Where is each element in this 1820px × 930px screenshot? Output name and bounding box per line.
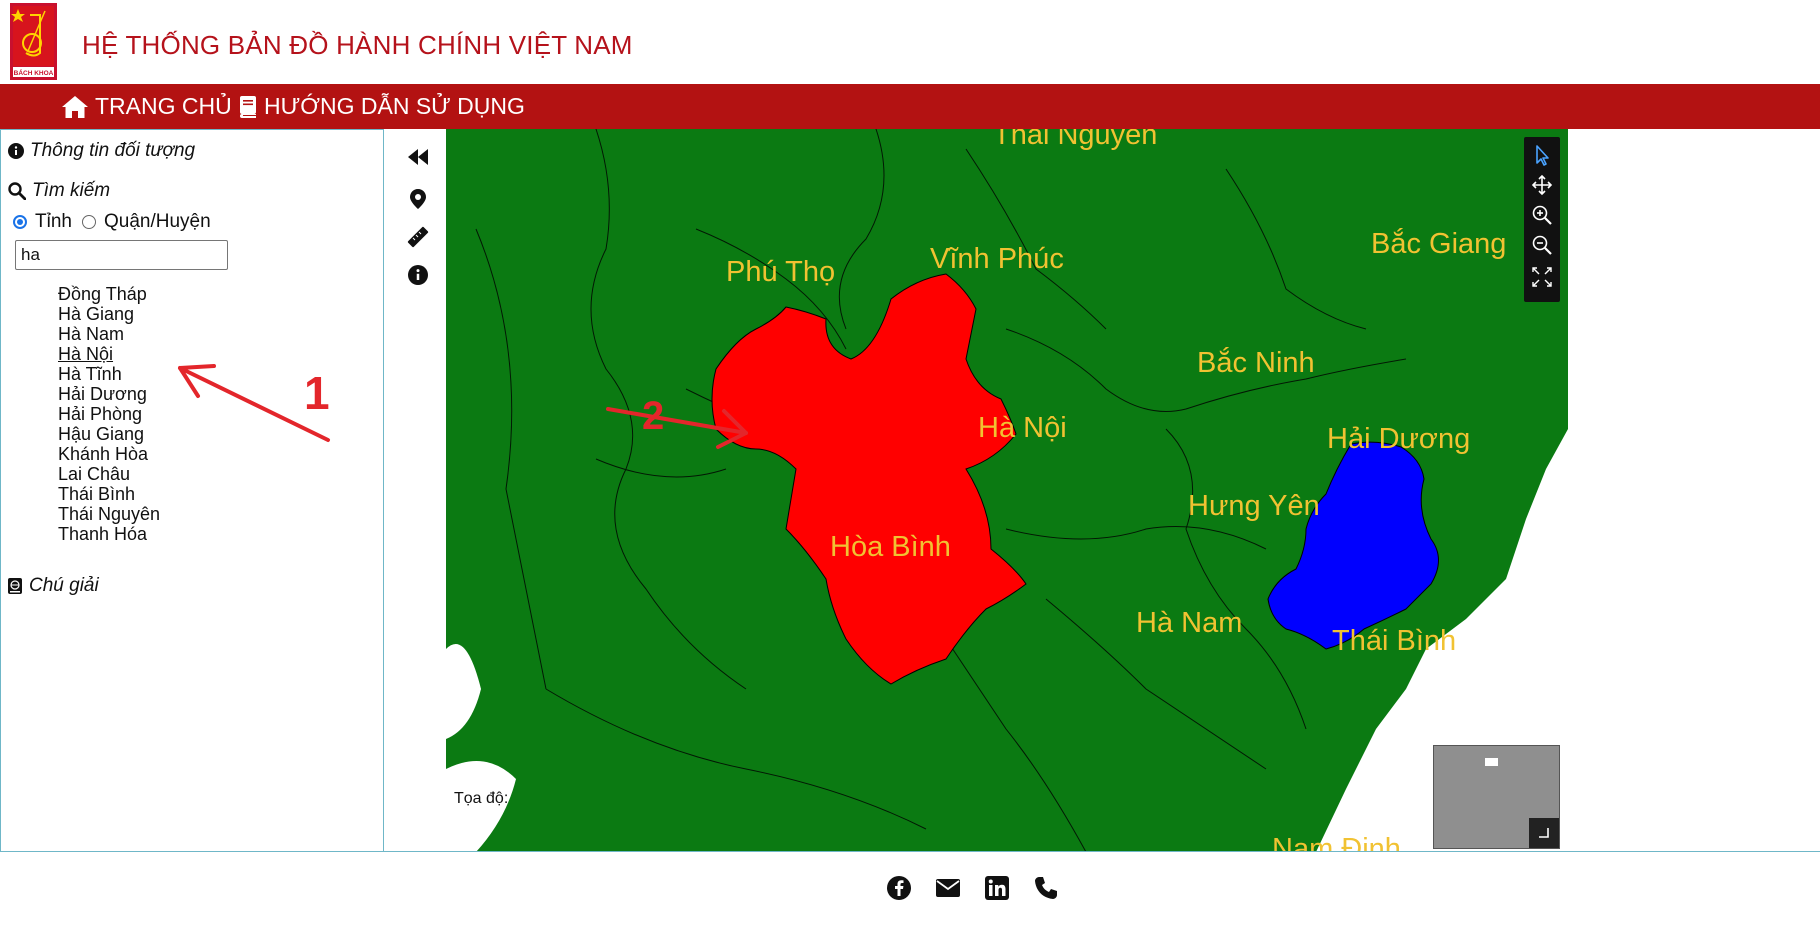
info-tool-button[interactable]	[406, 263, 430, 287]
nav-guide[interactable]: HƯỚNG DẪN SỬ DỤNG	[238, 84, 525, 129]
map-tool-strip	[384, 129, 446, 852]
phone-icon	[1035, 877, 1057, 899]
expand-icon	[1532, 267, 1552, 287]
legend-section-title[interactable]: Chú giải	[7, 575, 99, 597]
info-icon	[8, 143, 24, 159]
legend-title: Chú giải	[29, 575, 99, 596]
bach-khoa-logo[interactable]: BÁCH KHOA	[10, 3, 57, 80]
ruler-icon	[407, 226, 429, 248]
map-label: Bắc Ninh	[1197, 347, 1315, 379]
select-tool-button[interactable]	[1530, 143, 1554, 167]
radio-district-label: Quận/Huyện	[103, 211, 211, 232]
main-navbar: TRANG CHỦ HƯỚNG DẪN SỬ DỤNG	[0, 84, 1820, 129]
site-title: HỆ THỐNG BẢN ĐỒ HÀNH CHÍNH VIỆT NAM	[82, 30, 633, 60]
result-item[interactable]: Thanh Hóa	[58, 524, 160, 544]
facebook-link[interactable]	[886, 875, 912, 901]
map-view[interactable]: Thái Nguyên Phú Thọ Vĩnh Phúc Bắc Giang …	[446, 129, 1568, 852]
search-input[interactable]	[15, 240, 228, 270]
result-item[interactable]: Hà Giang	[58, 304, 160, 324]
radio-province[interactable]	[13, 215, 27, 229]
svg-text:BÁCH KHOA: BÁCH KHOA	[14, 68, 54, 77]
map-label: Nam Định	[1272, 833, 1401, 852]
collapse-panel-button[interactable]	[406, 145, 430, 169]
info-title: Thông tin đối tượng	[30, 140, 196, 161]
backward-icon	[408, 149, 428, 165]
result-item[interactable]: Lai Châu	[58, 464, 160, 484]
map-label: Hải Dương	[1327, 423, 1471, 455]
nav-home-label: TRANG CHỦ	[95, 93, 232, 119]
home-icon	[62, 95, 88, 118]
search-title: Tìm kiếm	[32, 180, 111, 201]
radio-district[interactable]	[81, 215, 96, 229]
info-section-title[interactable]: Thông tin đối tượng	[8, 140, 195, 162]
overview-viewport[interactable]	[1485, 758, 1498, 766]
map-label: Thái Nguyên	[993, 129, 1158, 151]
coordinate-readout: Tọa độ:	[454, 790, 509, 807]
pan-arrows-icon	[1531, 174, 1553, 196]
result-item[interactable]: Thái Nguyên	[58, 504, 160, 524]
book-icon	[240, 95, 256, 118]
map-label: Phú Thọ	[726, 256, 836, 288]
full-extent-button[interactable]	[1530, 265, 1554, 289]
map-label: Bắc Giang	[1371, 228, 1507, 260]
search-icon	[8, 182, 26, 200]
map-toolbar	[1524, 137, 1560, 302]
zoom-in-button[interactable]	[1530, 203, 1554, 227]
map-label: Hà Nam	[1136, 607, 1243, 639]
map-label: Vĩnh Phúc	[930, 243, 1064, 275]
search-results: Đồng Tháp Hà Giang Hà Nam Hà Nội Hà Tĩnh…	[58, 284, 160, 544]
linkedin-icon	[985, 876, 1009, 900]
map-label: Hà Nội	[978, 412, 1067, 444]
map-label: Hòa Bình	[830, 531, 951, 563]
phone-link[interactable]	[1033, 875, 1059, 901]
nav-home[interactable]: TRANG CHỦ	[61, 84, 232, 129]
zoom-in-icon	[1532, 205, 1552, 225]
overview-toggle-button[interactable]	[1529, 818, 1559, 848]
overview-map[interactable]	[1433, 745, 1560, 849]
info-circle-icon	[408, 265, 428, 285]
result-item[interactable]: Đồng Tháp	[58, 284, 160, 304]
legend-book-icon	[8, 578, 22, 594]
email-icon	[936, 879, 960, 897]
result-item[interactable]: Hà Tĩnh	[58, 364, 160, 384]
map-label: Thái Bình	[1332, 625, 1457, 657]
cursor-icon	[1536, 145, 1549, 166]
footer-social-icons	[0, 875, 1820, 905]
radio-province-label: Tỉnh	[35, 211, 72, 232]
linkedin-link[interactable]	[984, 875, 1010, 901]
result-item[interactable]: Khánh Hòa	[58, 444, 160, 464]
nav-guide-label: HƯỚNG DẪN SỬ DỤNG	[264, 93, 525, 119]
map-marker-icon	[410, 189, 426, 209]
result-item-selected[interactable]: Hà Nội	[58, 344, 160, 364]
facebook-icon	[887, 876, 911, 900]
zoom-out-button[interactable]	[1530, 233, 1554, 257]
collapse-corner-icon	[1539, 828, 1549, 838]
measure-tool-button[interactable]	[406, 225, 430, 249]
map-label: Hưng Yên	[1188, 490, 1320, 522]
result-item[interactable]: Hậu Giang	[58, 424, 160, 444]
result-item[interactable]: Hải Dương	[58, 384, 160, 404]
result-item[interactable]: Thái Bình	[58, 484, 160, 504]
result-item[interactable]: Hải Phòng	[58, 404, 160, 424]
search-section-title[interactable]: Tìm kiếm	[8, 180, 110, 202]
search-type-radios: Tỉnh Quận/Huyện	[13, 211, 211, 233]
marker-tool-button[interactable]	[406, 187, 430, 211]
email-link[interactable]	[935, 875, 961, 901]
zoom-out-icon	[1532, 235, 1552, 255]
result-item[interactable]: Hà Nam	[58, 324, 160, 344]
pan-tool-button[interactable]	[1530, 173, 1554, 197]
header: BÁCH KHOA HỆ THỐNG BẢN ĐỒ HÀNH CHÍNH VIỆ…	[0, 0, 1820, 84]
footer-divider	[0, 851, 1820, 852]
